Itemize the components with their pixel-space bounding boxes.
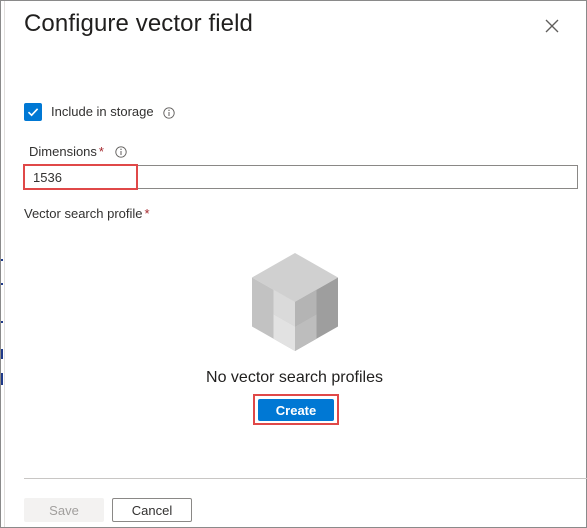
cancel-button[interactable]: Cancel [112,498,192,522]
vector-search-profile-label-text: Vector search profile [24,206,143,221]
include-in-storage-label: Include in storage [51,104,154,119]
required-mark: * [98,144,104,159]
create-button[interactable]: Create [258,399,334,421]
configure-vector-field-dialog: Configure vector field Include in storag… [0,0,587,528]
empty-state-message: No vector search profiles [206,369,383,386]
close-button[interactable] [541,15,563,37]
edge-mark [1,259,3,261]
info-icon[interactable] [163,107,175,119]
edge-mark [1,321,3,323]
checkmark-icon [27,108,39,117]
dimensions-label: Dimensions * [29,144,104,159]
edge-mark [1,349,3,359]
vector-search-profile-label: Vector search profile * [24,206,150,221]
include-in-storage-checkbox[interactable] [24,103,42,121]
dimensions-input[interactable] [24,165,578,189]
cube-icon [252,253,338,351]
save-button[interactable]: Save [24,498,104,522]
left-edge-strip [1,1,5,527]
info-icon[interactable] [115,146,127,158]
close-icon [545,19,559,33]
dialog-title: Configure vector field [24,10,253,37]
footer-divider [24,478,587,479]
required-mark: * [144,206,150,221]
edge-mark [1,283,3,285]
dimensions-label-text: Dimensions [29,144,97,159]
